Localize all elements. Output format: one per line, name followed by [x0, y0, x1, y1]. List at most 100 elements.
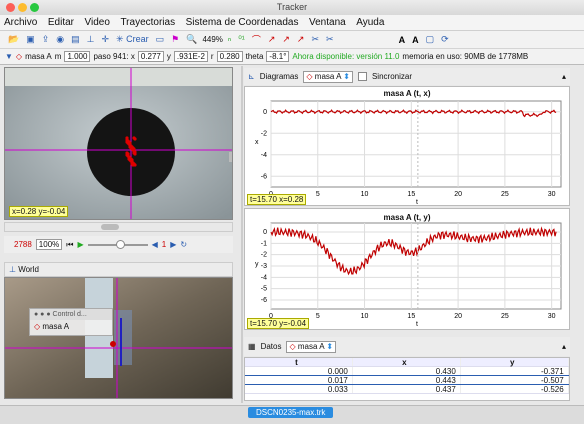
force-icon[interactable]: ↗: [295, 34, 307, 45]
x-tick-label: 15: [407, 313, 415, 320]
save-icon[interactable]: ▣: [24, 34, 37, 45]
playback-slider-thumb[interactable]: [115, 239, 125, 249]
x-field[interactable]: 0.277: [137, 51, 164, 62]
menu-sistema-coordenadas[interactable]: Sistema de Coordenadas: [182, 15, 303, 31]
close-window-icon[interactable]: [6, 3, 15, 12]
x-tick-label: 5: [316, 313, 320, 320]
frame-counter[interactable]: 2788: [14, 240, 32, 249]
cell: -0.507: [461, 376, 569, 385]
video-scrollbar[interactable]: [229, 152, 233, 162]
plot-ty-readout: t=15.70 y=-0.04: [247, 318, 310, 329]
video-frame[interactable]: [5, 68, 233, 220]
sync-checkbox[interactable]: [357, 72, 367, 81]
table-row[interactable]: 0.000 0.430 -0.371: [245, 367, 569, 376]
control-dialog[interactable]: ● ● ● Control d... ◇ masa A: [29, 308, 113, 336]
create-track-button[interactable]: ✳ Crear: [114, 34, 151, 45]
x-axis-label: t: [416, 321, 418, 328]
calibration-icon[interactable]: ⊥: [85, 34, 97, 45]
table-row[interactable]: 0.017 0.443 -0.507: [245, 376, 569, 385]
font-larger-icon[interactable]: A: [397, 35, 408, 45]
control-dialog-title-bar[interactable]: ● ● ● Control d...: [30, 309, 112, 320]
reset-icon[interactable]: ⏮: [66, 240, 73, 250]
step-forward-icon[interactable]: ▶: [170, 240, 176, 249]
import-icon[interactable]: ⇪: [40, 34, 52, 45]
vector-icon[interactable]: ⁰¹: [236, 34, 247, 45]
menu-editar[interactable]: Editar: [44, 15, 78, 31]
cell: 0.443: [353, 376, 461, 385]
world-frame[interactable]: [5, 278, 233, 399]
player-zoom[interactable]: 100%: [35, 239, 63, 250]
maximize-window-icon[interactable]: [30, 3, 39, 12]
zoom-icon[interactable]: 🔍: [184, 34, 199, 45]
xy-icon[interactable]: ⁿ: [226, 35, 233, 45]
playback-slider[interactable]: [87, 239, 148, 249]
plot-area: [270, 100, 562, 188]
dialog-controls-icon[interactable]: ● ● ●: [34, 311, 51, 318]
y-label: y: [166, 52, 171, 61]
table-header: ▦ Datos ◇ masa A ⬍ ▴: [244, 337, 570, 356]
y-tick-label: -6: [261, 297, 267, 304]
theta-field[interactable]: -8.1°: [266, 51, 290, 62]
loop-icon[interactable]: ↻: [180, 240, 187, 249]
table-row[interactable]: 0.033 0.437 -0.526: [245, 385, 569, 394]
play-icon[interactable]: ▶: [77, 240, 83, 249]
video-icon[interactable]: ◉: [54, 34, 66, 45]
theta-label: theta: [245, 52, 264, 61]
table-track-select[interactable]: ◇ masa A ⬍: [286, 340, 337, 353]
plot-ty[interactable]: masa A (t, y) 0 5 10 15 20 25 30 0 -1 -2 -3 -4 -5 -6 y…: [244, 208, 570, 330]
window-title-bar: Tracker: [0, 0, 584, 15]
r-field[interactable]: 0.280: [216, 51, 243, 62]
plot-tx[interactable]: masa A (t, x) 0510152025300-2-4-6xt t=15…: [244, 86, 570, 206]
file-tab[interactable]: DSCN0235-max.trk: [248, 407, 334, 418]
world-view[interactable]: ● ● ● Control d... ◇ masa A: [4, 277, 233, 399]
y-field[interactable]: .931E-2: [173, 51, 208, 62]
plot-collapse-icon[interactable]: ▴: [562, 72, 570, 81]
split-divider[interactable]: [241, 66, 243, 403]
col-y[interactable]: y: [461, 358, 569, 367]
refresh-icon[interactable]: ⟳: [439, 34, 451, 45]
col-x[interactable]: x: [353, 358, 461, 367]
ruler-icon[interactable]: ✂: [309, 34, 321, 45]
menu-trayectorias[interactable]: Trayectorias: [116, 15, 179, 31]
table-head-row: t x y: [245, 358, 569, 367]
track-point: [132, 151, 136, 155]
mark-icon[interactable]: ⚑: [169, 34, 181, 45]
menu-ayuda[interactable]: Ayuda: [352, 15, 388, 31]
trails-icon[interactable]: ▭: [154, 34, 167, 45]
menu-ventana[interactable]: Ventana: [305, 15, 350, 31]
col-t[interactable]: t: [245, 358, 353, 367]
open-folder-icon[interactable]: 📂: [6, 34, 21, 45]
velocity-icon[interactable]: ↗: [266, 34, 278, 45]
trajectory-icon[interactable]: ⌒: [250, 33, 263, 46]
protractor-icon[interactable]: ✂: [324, 34, 336, 45]
zoom-level[interactable]: 449%: [202, 35, 222, 44]
table-collapse-icon[interactable]: ▴: [562, 342, 570, 351]
track-name[interactable]: masa A: [25, 52, 52, 61]
mass-field[interactable]: 1.000: [64, 51, 91, 62]
table-track-icon: ◇: [289, 341, 296, 351]
plot-track-select[interactable]: ◇ masa A ⬍: [303, 70, 353, 83]
video-hscroll-thumb[interactable]: [101, 224, 119, 230]
font-smaller-icon[interactable]: A: [410, 35, 421, 45]
table-label: Datos: [260, 342, 282, 351]
sync-label: Sincronizar: [371, 72, 412, 81]
menu-video[interactable]: Video: [81, 15, 114, 31]
video-view[interactable]: x=0.28 y=-0.04: [4, 67, 233, 220]
control-track-name[interactable]: masa A: [42, 322, 69, 331]
track-dropdown-icon[interactable]: ▼: [5, 52, 13, 61]
update-notice[interactable]: Ahora disponible: versión 11.0: [292, 52, 399, 61]
control-dialog-title: Control d...: [52, 311, 87, 318]
cell: 0.430: [353, 367, 461, 376]
point-mass-icon: ◇: [15, 52, 23, 61]
clip-settings-icon[interactable]: ▤: [69, 34, 82, 45]
plots-label: Diagramas: [259, 72, 299, 81]
step-size[interactable]: 1: [162, 240, 166, 249]
step-back-icon[interactable]: ◀: [152, 240, 158, 249]
axes-icon[interactable]: ✛: [100, 34, 112, 45]
menu-archivo[interactable]: Archivo: [0, 15, 41, 31]
notes-icon[interactable]: ▢: [424, 34, 437, 45]
minimize-window-icon[interactable]: [18, 3, 27, 12]
acceleration-icon[interactable]: ↗: [280, 34, 292, 45]
video-hscroll[interactable]: [4, 222, 233, 232]
data-table[interactable]: t x y 0.000 0.430 -0.371 0.017 0.443 -0.507 …: [244, 357, 570, 401]
